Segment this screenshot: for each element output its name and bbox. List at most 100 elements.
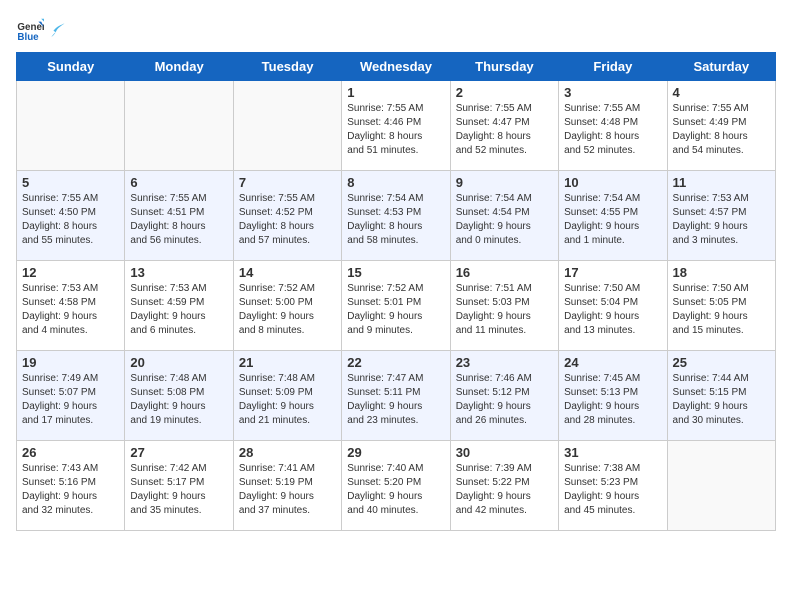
day-info: Sunrise: 7:46 AM Sunset: 5:12 PM Dayligh… — [456, 372, 553, 428]
day-info: Sunrise: 7:55 AM Sunset: 4:52 PM Dayligh… — [239, 192, 336, 248]
calendar-day-cell: 27 Sunrise: 7:42 AM Sunset: 5:17 PM Dayli… — [125, 441, 233, 531]
logo-icon: General Blue — [16, 16, 44, 44]
day-number: 15 — [347, 265, 444, 280]
day-number: 10 — [564, 175, 661, 190]
calendar-day-cell: 5 Sunrise: 7:55 AM Sunset: 4:50 PM Daylig… — [17, 171, 125, 261]
day-number: 12 — [22, 265, 119, 280]
day-number: 24 — [564, 355, 661, 370]
day-of-week-header: Saturday — [667, 53, 775, 81]
calendar-day-cell: 4Sunrise: 7:55 AM Sunset: 4:49 PM Daylig… — [667, 81, 775, 171]
calendar-day-cell: 10 Sunrise: 7:54 AM Sunset: 4:55 PM Dayli… — [559, 171, 667, 261]
day-number: 19 — [22, 355, 119, 370]
calendar-day-cell: 22 Sunrise: 7:47 AM Sunset: 5:11 PM Dayli… — [342, 351, 450, 441]
calendar-day-cell: 7 Sunrise: 7:55 AM Sunset: 4:52 PM Daylig… — [233, 171, 341, 261]
calendar-week-row: 1 Sunrise: 7:55 AM Sunset: 4:46 PM Daylig… — [17, 81, 776, 171]
day-number: 18 — [673, 265, 770, 280]
day-info: Sunrise: 7:55 AM Sunset: 4:47 PM Dayligh… — [456, 102, 553, 158]
day-number: 2 — [456, 85, 553, 100]
calendar-day-cell: 21Sunrise: 7:48 AM Sunset: 5:09 PM Dayli… — [233, 351, 341, 441]
day-number: 29 — [347, 445, 444, 460]
calendar-week-row: 19 Sunrise: 7:49 AM Sunset: 5:07 PM Dayli… — [17, 351, 776, 441]
logo-bird-icon — [49, 21, 67, 39]
calendar-day-cell: 25 Sunrise: 7:44 AM Sunset: 5:15 PM Dayli… — [667, 351, 775, 441]
day-info: Sunrise: 7:55 AM Sunset: 4:46 PM Dayligh… — [347, 102, 444, 158]
calendar-day-cell — [233, 81, 341, 171]
day-info: Sunrise: 7:44 AM Sunset: 5:15 PM Dayligh… — [673, 372, 770, 428]
calendar-day-cell: 29 Sunrise: 7:40 AM Sunset: 5:20 PM Dayli… — [342, 441, 450, 531]
day-info: Sunrise: 7:55 AM Sunset: 4:48 PM Dayligh… — [564, 102, 661, 158]
day-info: Sunrise: 7:54 AM Sunset: 4:53 PM Dayligh… — [347, 192, 444, 248]
day-info: Sunrise: 7:55 AM Sunset: 4:50 PM Dayligh… — [22, 192, 119, 248]
day-info: Sunrise: 7:39 AM Sunset: 5:22 PM Dayligh… — [456, 462, 553, 518]
day-of-week-header: Sunday — [17, 53, 125, 81]
calendar-day-cell: 20 Sunrise: 7:48 AM Sunset: 5:08 PM Dayli… — [125, 351, 233, 441]
day-info: Sunrise: 7:55 AM Sunset: 4:49 PM Dayligh… — [673, 102, 770, 158]
day-info: Sunrise: 7:51 AM Sunset: 5:03 PM Dayligh… — [456, 282, 553, 338]
day-number: 5 — [22, 175, 119, 190]
calendar-day-cell: 31Sunrise: 7:38 AM Sunset: 5:23 PM Dayli… — [559, 441, 667, 531]
calendar-day-cell: 2 Sunrise: 7:55 AM Sunset: 4:47 PM Daylig… — [450, 81, 558, 171]
day-number: 9 — [456, 175, 553, 190]
day-number: 3 — [564, 85, 661, 100]
day-number: 13 — [130, 265, 227, 280]
day-number: 7 — [239, 175, 336, 190]
day-of-week-header: Monday — [125, 53, 233, 81]
day-info: Sunrise: 7:48 AM Sunset: 5:08 PM Dayligh… — [130, 372, 227, 428]
day-number: 16 — [456, 265, 553, 280]
day-info: Sunrise: 7:38 AM Sunset: 5:23 PM Dayligh… — [564, 462, 661, 518]
day-info: Sunrise: 7:42 AM Sunset: 5:17 PM Dayligh… — [130, 462, 227, 518]
calendar-day-cell — [667, 441, 775, 531]
day-number: 11 — [673, 175, 770, 190]
calendar-day-cell: 16 Sunrise: 7:51 AM Sunset: 5:03 PM Dayli… — [450, 261, 558, 351]
calendar-week-row: 12 Sunrise: 7:53 AM Sunset: 4:58 PM Dayli… — [17, 261, 776, 351]
calendar-day-cell: 9Sunrise: 7:54 AM Sunset: 4:54 PM Daylig… — [450, 171, 558, 261]
logo: General Blue — [16, 16, 68, 44]
day-number: 14 — [239, 265, 336, 280]
calendar-day-cell: 17 Sunrise: 7:50 AM Sunset: 5:04 PM Dayli… — [559, 261, 667, 351]
calendar-day-cell: 28 Sunrise: 7:41 AM Sunset: 5:19 PM Dayli… — [233, 441, 341, 531]
day-number: 26 — [22, 445, 119, 460]
day-info: Sunrise: 7:43 AM Sunset: 5:16 PM Dayligh… — [22, 462, 119, 518]
day-number: 22 — [347, 355, 444, 370]
calendar-header-row: SundayMondayTuesdayWednesdayThursdayFrid… — [17, 53, 776, 81]
day-info: Sunrise: 7:53 AM Sunset: 4:58 PM Dayligh… — [22, 282, 119, 338]
calendar-day-cell: 12 Sunrise: 7:53 AM Sunset: 4:58 PM Dayli… — [17, 261, 125, 351]
calendar-body: 1 Sunrise: 7:55 AM Sunset: 4:46 PM Daylig… — [17, 81, 776, 531]
day-info: Sunrise: 7:49 AM Sunset: 5:07 PM Dayligh… — [22, 372, 119, 428]
day-info: Sunrise: 7:54 AM Sunset: 4:55 PM Dayligh… — [564, 192, 661, 248]
day-number: 23 — [456, 355, 553, 370]
day-of-week-header: Friday — [559, 53, 667, 81]
day-info: Sunrise: 7:40 AM Sunset: 5:20 PM Dayligh… — [347, 462, 444, 518]
day-number: 6 — [130, 175, 227, 190]
svg-text:Blue: Blue — [17, 32, 39, 43]
day-number: 1 — [347, 85, 444, 100]
calendar-day-cell: 23 Sunrise: 7:46 AM Sunset: 5:12 PM Dayli… — [450, 351, 558, 441]
day-info: Sunrise: 7:53 AM Sunset: 4:57 PM Dayligh… — [673, 192, 770, 248]
calendar-day-cell: 3 Sunrise: 7:55 AM Sunset: 4:48 PM Daylig… — [559, 81, 667, 171]
calendar-day-cell: 19 Sunrise: 7:49 AM Sunset: 5:07 PM Dayli… — [17, 351, 125, 441]
day-of-week-header: Tuesday — [233, 53, 341, 81]
calendar-week-row: 5 Sunrise: 7:55 AM Sunset: 4:50 PM Daylig… — [17, 171, 776, 261]
day-number: 17 — [564, 265, 661, 280]
day-info: Sunrise: 7:45 AM Sunset: 5:13 PM Dayligh… — [564, 372, 661, 428]
calendar-day-cell: 8Sunrise: 7:54 AM Sunset: 4:53 PM Daylig… — [342, 171, 450, 261]
day-info: Sunrise: 7:50 AM Sunset: 5:04 PM Dayligh… — [564, 282, 661, 338]
day-number: 28 — [239, 445, 336, 460]
calendar-week-row: 26 Sunrise: 7:43 AM Sunset: 5:16 PM Dayli… — [17, 441, 776, 531]
header: General Blue — [16, 16, 776, 44]
calendar-day-cell: 15 Sunrise: 7:52 AM Sunset: 5:01 PM Dayli… — [342, 261, 450, 351]
calendar-day-cell: 26 Sunrise: 7:43 AM Sunset: 5:16 PM Dayli… — [17, 441, 125, 531]
calendar-table: SundayMondayTuesdayWednesdayThursdayFrid… — [16, 52, 776, 531]
day-number: 25 — [673, 355, 770, 370]
calendar-day-cell: 11 Sunrise: 7:53 AM Sunset: 4:57 PM Dayli… — [667, 171, 775, 261]
day-of-week-header: Wednesday — [342, 53, 450, 81]
day-of-week-header: Thursday — [450, 53, 558, 81]
day-info: Sunrise: 7:47 AM Sunset: 5:11 PM Dayligh… — [347, 372, 444, 428]
day-info: Sunrise: 7:41 AM Sunset: 5:19 PM Dayligh… — [239, 462, 336, 518]
day-number: 27 — [130, 445, 227, 460]
calendar-day-cell: 13Sunrise: 7:53 AM Sunset: 4:59 PM Dayli… — [125, 261, 233, 351]
calendar-day-cell: 14 Sunrise: 7:52 AM Sunset: 5:00 PM Dayli… — [233, 261, 341, 351]
day-info: Sunrise: 7:52 AM Sunset: 5:01 PM Dayligh… — [347, 282, 444, 338]
day-info: Sunrise: 7:52 AM Sunset: 5:00 PM Dayligh… — [239, 282, 336, 338]
day-number: 20 — [130, 355, 227, 370]
